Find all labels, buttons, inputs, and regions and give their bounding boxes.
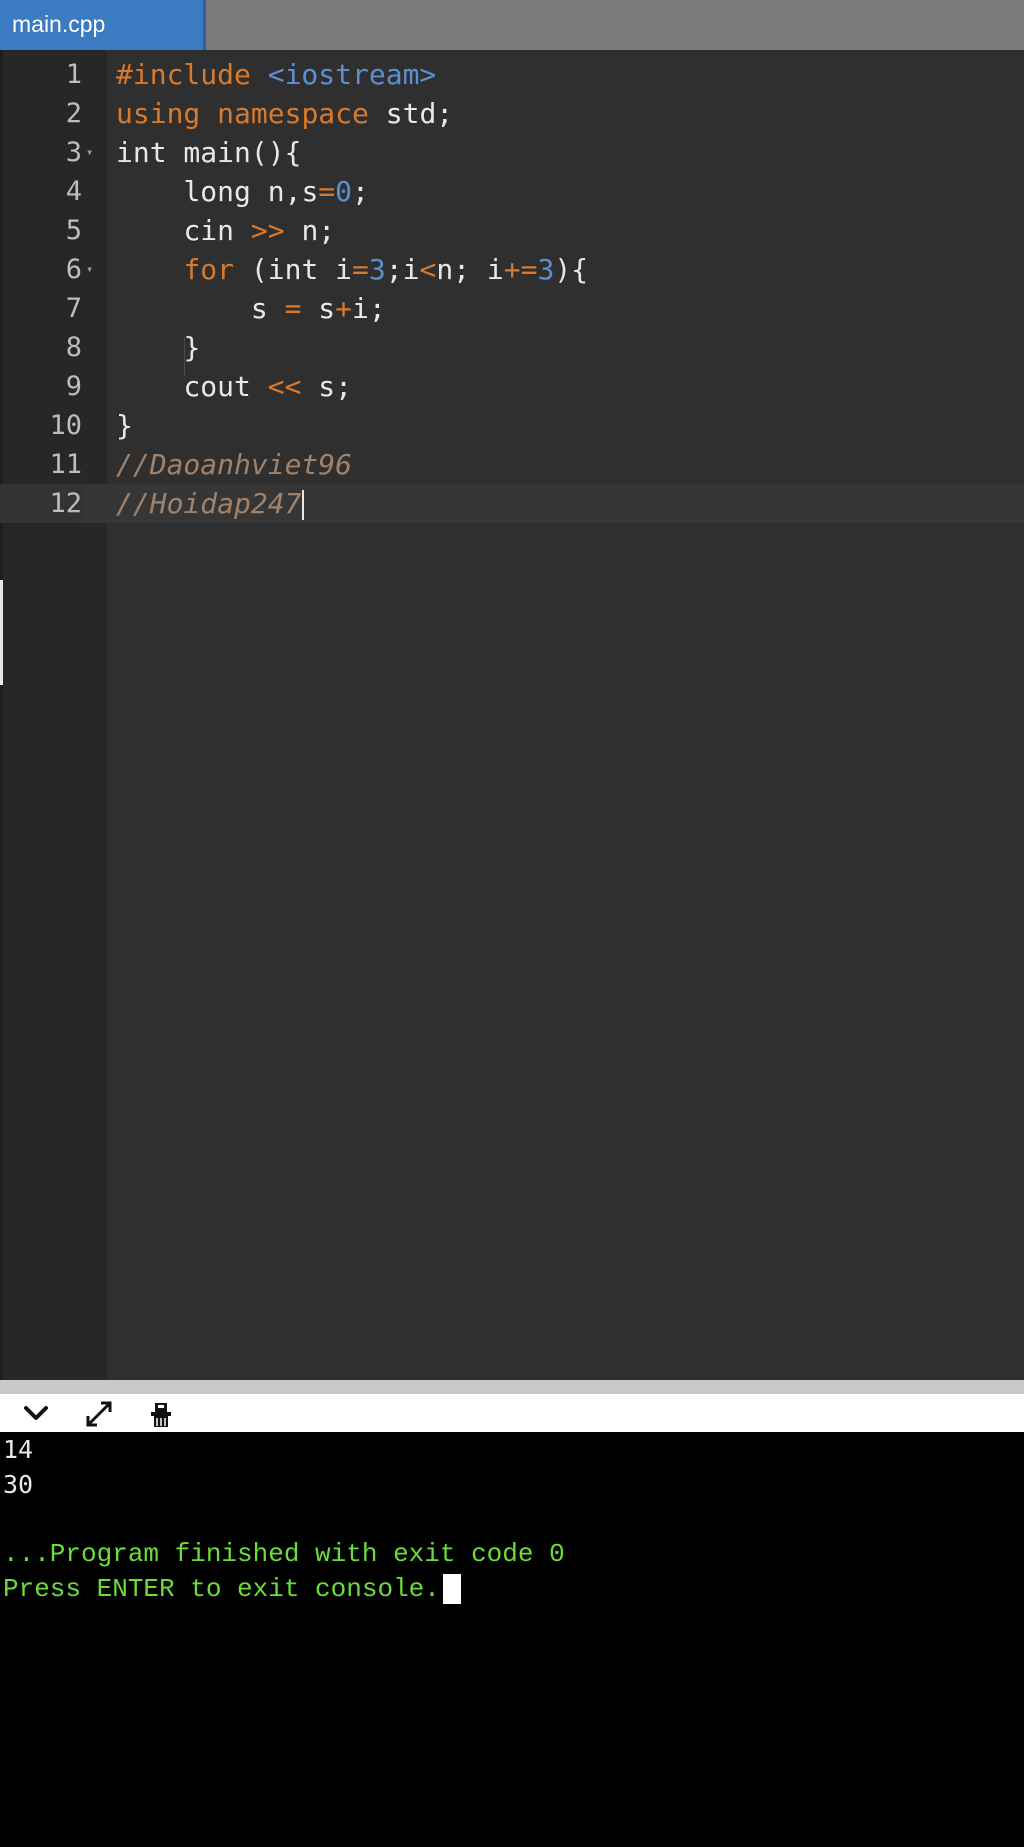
- number-literal: 0: [335, 175, 353, 208]
- code-editor[interactable]: 1 #include <iostream> 2 using namespace …: [0, 50, 1024, 1380]
- press-enter-line: Press ENTER to exit console.: [0, 1572, 1024, 1607]
- console-output-line: 14: [3, 1435, 34, 1464]
- operator: =: [284, 292, 302, 325]
- clear-console-button[interactable]: [138, 1394, 182, 1432]
- press-enter-message: Press ENTER to exit console.: [3, 1574, 440, 1604]
- maximize-console-button[interactable]: [76, 1394, 120, 1432]
- code-line[interactable]: 1 #include <iostream>: [0, 55, 1024, 94]
- code-line[interactable]: 8 }: [0, 328, 1024, 367]
- code-text: s;: [301, 370, 353, 403]
- console-output[interactable]: 14 30 ...Program finished with exit code…: [0, 1432, 1024, 1847]
- line-number: 2: [65, 98, 82, 129]
- line-number: 11: [49, 449, 82, 480]
- include-header: <iostream>: [267, 58, 437, 91]
- line-number: 1: [65, 59, 82, 90]
- fold-arrow-icon[interactable]: ▾: [86, 133, 100, 172]
- fold-arrow-icon[interactable]: ▾: [86, 250, 100, 289]
- code-text: }: [116, 409, 133, 442]
- code-line-active[interactable]: 12 //Hoidap247: [0, 484, 1024, 523]
- expand-icon: [86, 1401, 112, 1427]
- code-line[interactable]: 6 ▾ for (int i=3;i<n; i+=3){: [0, 250, 1024, 289]
- comment: //Hoidap247: [116, 487, 302, 520]
- operator: =: [352, 253, 369, 286]
- code-line[interactable]: 3 ▾ int main(){: [0, 133, 1024, 172]
- code-line[interactable]: 9 cout << s;: [0, 367, 1024, 406]
- number-literal: 3: [537, 253, 555, 286]
- panel-splitter[interactable]: [0, 1380, 1024, 1394]
- operator: =: [318, 175, 336, 208]
- code-line[interactable]: 11 //Daoanhviet96: [0, 445, 1024, 484]
- code-line[interactable]: 7 s = s+i;: [0, 289, 1024, 328]
- code-text: cout: [183, 370, 268, 403]
- code-text: n;: [284, 214, 336, 247]
- preprocessor-directive: #include: [116, 58, 251, 91]
- keyword: namespace: [217, 97, 369, 130]
- operator: +: [335, 292, 353, 325]
- code-text: s: [301, 292, 336, 325]
- collapse-console-button[interactable]: [14, 1394, 58, 1432]
- number-literal: 3: [368, 253, 386, 286]
- console-cursor: [442, 1574, 461, 1605]
- code-text: n; i: [436, 253, 504, 286]
- code-text: cin: [183, 214, 251, 247]
- line-number: 9: [65, 371, 82, 402]
- code-line[interactable]: 4 long n,s=0;: [0, 172, 1024, 211]
- clear-console-icon: [151, 1403, 171, 1427]
- operator: +=: [503, 253, 538, 286]
- operator: <: [419, 253, 437, 286]
- line-number: 3: [65, 137, 82, 168]
- keyword: for: [183, 253, 235, 286]
- line-number: 5: [65, 215, 82, 246]
- line-number: 4: [65, 176, 82, 207]
- exit-code-message: ...Program finished with exit code 0: [3, 1539, 565, 1569]
- operator: <<: [267, 370, 302, 403]
- text-cursor: [302, 490, 305, 520]
- console-toolbar: [0, 1394, 1024, 1432]
- code-line[interactable]: 5 cin >> n;: [0, 211, 1024, 250]
- line-number: 8: [65, 332, 82, 363]
- line-number: 6: [65, 254, 82, 285]
- line-number: 7: [65, 293, 82, 324]
- comment: //Daoanhviet96: [116, 448, 353, 481]
- code-text: long n,s: [183, 175, 319, 208]
- tab-main-cpp[interactable]: main.cpp: [0, 0, 205, 50]
- operator: >>: [250, 214, 285, 247]
- code-text: i;: [352, 292, 386, 325]
- code-text: int main(){: [116, 136, 302, 169]
- code-text: (int i: [234, 253, 353, 286]
- code-text: std;: [385, 97, 454, 130]
- code-text: ){: [554, 253, 589, 286]
- code-text: ;: [352, 175, 369, 208]
- tab-bar: main.cpp: [0, 0, 1024, 50]
- line-number: 10: [49, 410, 82, 441]
- tab-bar-empty-area: [205, 0, 1024, 50]
- code-text: ;i: [385, 253, 420, 286]
- keyword: using: [116, 97, 201, 130]
- code-line[interactable]: 10 }: [0, 406, 1024, 445]
- code-text: }: [183, 331, 201, 364]
- chevron-down-icon: [24, 1406, 48, 1420]
- code-text: s: [250, 292, 285, 325]
- code-line[interactable]: 2 using namespace std;: [0, 94, 1024, 133]
- line-number: 12: [0, 484, 82, 523]
- code-lines: 1 #include <iostream> 2 using namespace …: [0, 55, 1024, 523]
- console-output-line: 30: [3, 1470, 34, 1499]
